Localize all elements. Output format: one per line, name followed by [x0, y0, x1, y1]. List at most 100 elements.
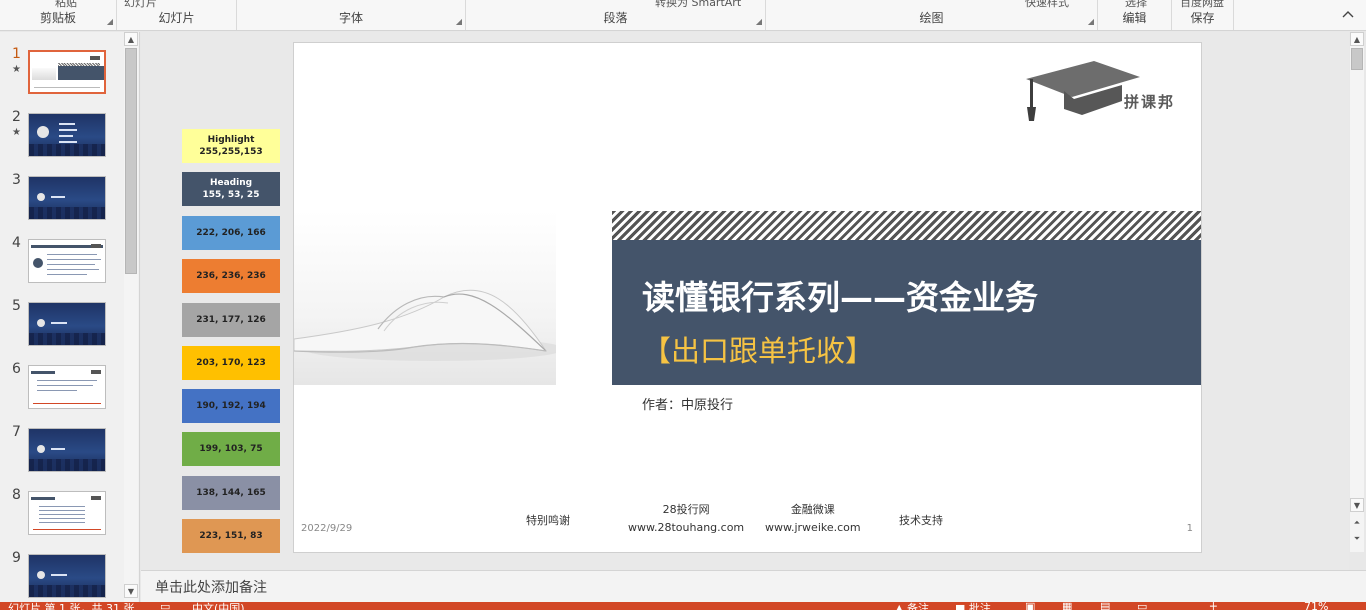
thumbnail-image[interactable] — [28, 113, 106, 157]
zoom-slider[interactable]: ┼ — [1210, 602, 1217, 610]
scroll-up-icon[interactable]: ▲ — [124, 32, 138, 46]
color-chip[interactable]: 223, 151, 83 — [182, 519, 280, 553]
logo: 拼课邦 — [1024, 59, 1189, 123]
status-zoom[interactable]: 71% — [1304, 602, 1328, 610]
thumbnail-image[interactable] — [28, 302, 106, 346]
group-drawing: 绘图 ◢ — [766, 0, 1098, 30]
scrollbar-thumb[interactable] — [1351, 48, 1363, 70]
notes-placeholder[interactable]: 单击此处添加备注 — [155, 577, 267, 597]
status-bar: 幻灯片 第 1 张，共 31 张 ▭ 中文(中国) ▲ 备注 ■ 批注 ▣ ▦ … — [0, 602, 1366, 610]
slide-canvas[interactable]: 拼课邦 读懂银行系列——资金业务 【出口跟单托收】 作者：中原投行 特别鸣谢 2… — [293, 42, 1202, 553]
slide-date: 2022/9/29 — [301, 523, 353, 534]
footer-site1[interactable]: 28投行网 www.28touhang.com — [628, 501, 744, 537]
logo-icon — [91, 370, 101, 374]
group-font: 字体 ◢ — [237, 0, 466, 30]
scroll-up-icon[interactable]: ▲ — [1350, 32, 1364, 46]
thumbnail-scrollbar[interactable]: ▲ ▼ — [124, 32, 138, 602]
color-chip[interactable]: Heading 155, 53, 25 — [182, 172, 280, 206]
spellcheck-icon[interactable]: ▭ — [160, 602, 170, 610]
scrollbar-thumb[interactable] — [125, 48, 137, 274]
thumbnail-item[interactable]: 8 — [0, 487, 124, 547]
group-label-font: 字体 — [338, 11, 363, 25]
color-chip[interactable]: Highlight 255,255,153 — [182, 129, 280, 163]
thumbnail-image[interactable] — [28, 428, 106, 472]
star-icon: ★ — [12, 64, 21, 75]
dialog-launcher-icon[interactable]: ◢ — [107, 17, 113, 26]
group-label-save: 保存 — [1190, 11, 1215, 25]
thumbnail-number: 8 — [12, 487, 21, 503]
notes-pane[interactable]: 单击此处添加备注 — [141, 570, 1366, 602]
status-language[interactable]: 中文(中国) — [192, 602, 245, 610]
group-label-clipboard: 剪贴板 — [39, 11, 76, 25]
thumbnail-item[interactable]: 3 — [0, 172, 124, 232]
scroll-down-icon[interactable]: ▼ — [124, 584, 138, 598]
thumbnail-image[interactable] — [28, 50, 106, 94]
thumbnail-item[interactable]: 4 — [0, 235, 124, 295]
logo-icon — [91, 244, 101, 248]
color-chip[interactable]: 190, 192, 194 — [182, 389, 280, 423]
edit-area-scrollbar[interactable]: ▲ ▼ ⏶ ⏷ — [1350, 32, 1364, 552]
thumbnail-image[interactable] — [28, 176, 106, 220]
next-slide-icon[interactable]: ⏷ — [1350, 532, 1364, 546]
slide-author[interactable]: 作者：中原投行 — [642, 394, 733, 413]
slide-title[interactable]: 读懂银行系列——资金业务 — [642, 271, 1038, 319]
thumbnail-image[interactable] — [28, 554, 106, 598]
thumbnail-number: 9 — [12, 550, 21, 566]
thumbnail-item[interactable]: 2 ★ — [0, 109, 124, 169]
status-comments-button[interactable]: ■ 批注 — [955, 602, 991, 610]
color-chip[interactable]: 236, 236, 236 — [182, 259, 280, 293]
group-slides: 幻灯片 — [117, 0, 237, 30]
slide-subtitle[interactable]: 【出口跟单托收】 — [642, 328, 874, 370]
thumbnail-item[interactable]: 1 ★ — [0, 46, 124, 106]
color-chip[interactable]: 199, 103, 75 — [182, 432, 280, 466]
group-clipboard: 剪贴板 ◢ — [0, 0, 117, 30]
thumbnail-number: 2 — [12, 109, 21, 125]
color-chip[interactable]: 203, 170, 123 — [182, 346, 280, 380]
normal-view-icon[interactable]: ▣ — [1025, 602, 1035, 610]
open-book-icon — [294, 289, 564, 361]
dialog-launcher-icon[interactable]: ◢ — [1088, 17, 1094, 26]
footer-support[interactable]: 技术支持 — [899, 512, 943, 530]
chevron-up-icon[interactable] — [1342, 8, 1354, 21]
thumbnail-number: 4 — [12, 235, 21, 251]
thumbnail-image[interactable] — [28, 239, 106, 283]
footer-site2[interactable]: 金融微课 www.jrweike.com — [765, 501, 861, 537]
thumbnail-item[interactable]: 9 — [0, 550, 124, 602]
slide-page-number: 1 — [1186, 523, 1193, 534]
previous-slide-icon[interactable]: ⏶ — [1350, 516, 1364, 530]
group-paragraph: 段落 ◢ — [466, 0, 766, 30]
ribbon: 粘贴 幻灯片 转换为 SmartArt 快速样式 选择 百度网盘 剪贴板 ◢ 幻… — [0, 0, 1366, 31]
book-image[interactable] — [294, 211, 564, 385]
color-chip[interactable]: 231, 177, 126 — [182, 303, 280, 337]
thumbnail-item[interactable]: 5 — [0, 298, 124, 358]
thumbnail-item[interactable]: 7 — [0, 424, 124, 484]
star-icon: ★ — [12, 127, 21, 138]
color-chip[interactable]: 222, 206, 166 — [182, 216, 280, 250]
dialog-launcher-icon[interactable]: ◢ — [456, 17, 462, 26]
group-label-drawing: 绘图 — [919, 11, 944, 25]
group-editing: 编辑 — [1098, 0, 1172, 30]
thumbnail-number: 3 — [12, 172, 21, 188]
group-save: 保存 — [1172, 0, 1234, 30]
color-chip[interactable]: 138, 144, 165 — [182, 476, 280, 510]
logo-icon — [90, 56, 100, 60]
slide-sorter-icon[interactable]: ▦ — [1062, 602, 1072, 610]
slideshow-icon[interactable]: ▭ — [1137, 602, 1147, 610]
thumbnail-number: 5 — [12, 298, 21, 314]
scroll-down-icon[interactable]: ▼ — [1350, 498, 1364, 512]
logo-icon — [91, 496, 101, 500]
footer-thanks[interactable]: 特别鸣谢 — [526, 512, 570, 530]
status-notes-button[interactable]: ▲ 备注 — [895, 602, 929, 610]
reading-view-icon[interactable]: ▤ — [1100, 602, 1110, 610]
thumbnail-number: 1 — [12, 46, 21, 62]
group-label-editing: 编辑 — [1122, 11, 1147, 25]
thumbnail-number: 6 — [12, 361, 21, 377]
group-label-paragraph: 段落 — [603, 11, 628, 25]
thumbnail-image[interactable] — [28, 491, 106, 535]
thumbnail-number: 7 — [12, 424, 21, 440]
thumbnail-pane[interactable]: 1 ★ 2 ★ 3 4 5 6 7 8 9 ▲ ▼ — [0, 32, 140, 602]
dialog-launcher-icon[interactable]: ◢ — [756, 17, 762, 26]
group-label-slides: 幻灯片 — [158, 11, 195, 25]
thumbnail-item[interactable]: 6 — [0, 361, 124, 421]
thumbnail-image[interactable] — [28, 365, 106, 409]
